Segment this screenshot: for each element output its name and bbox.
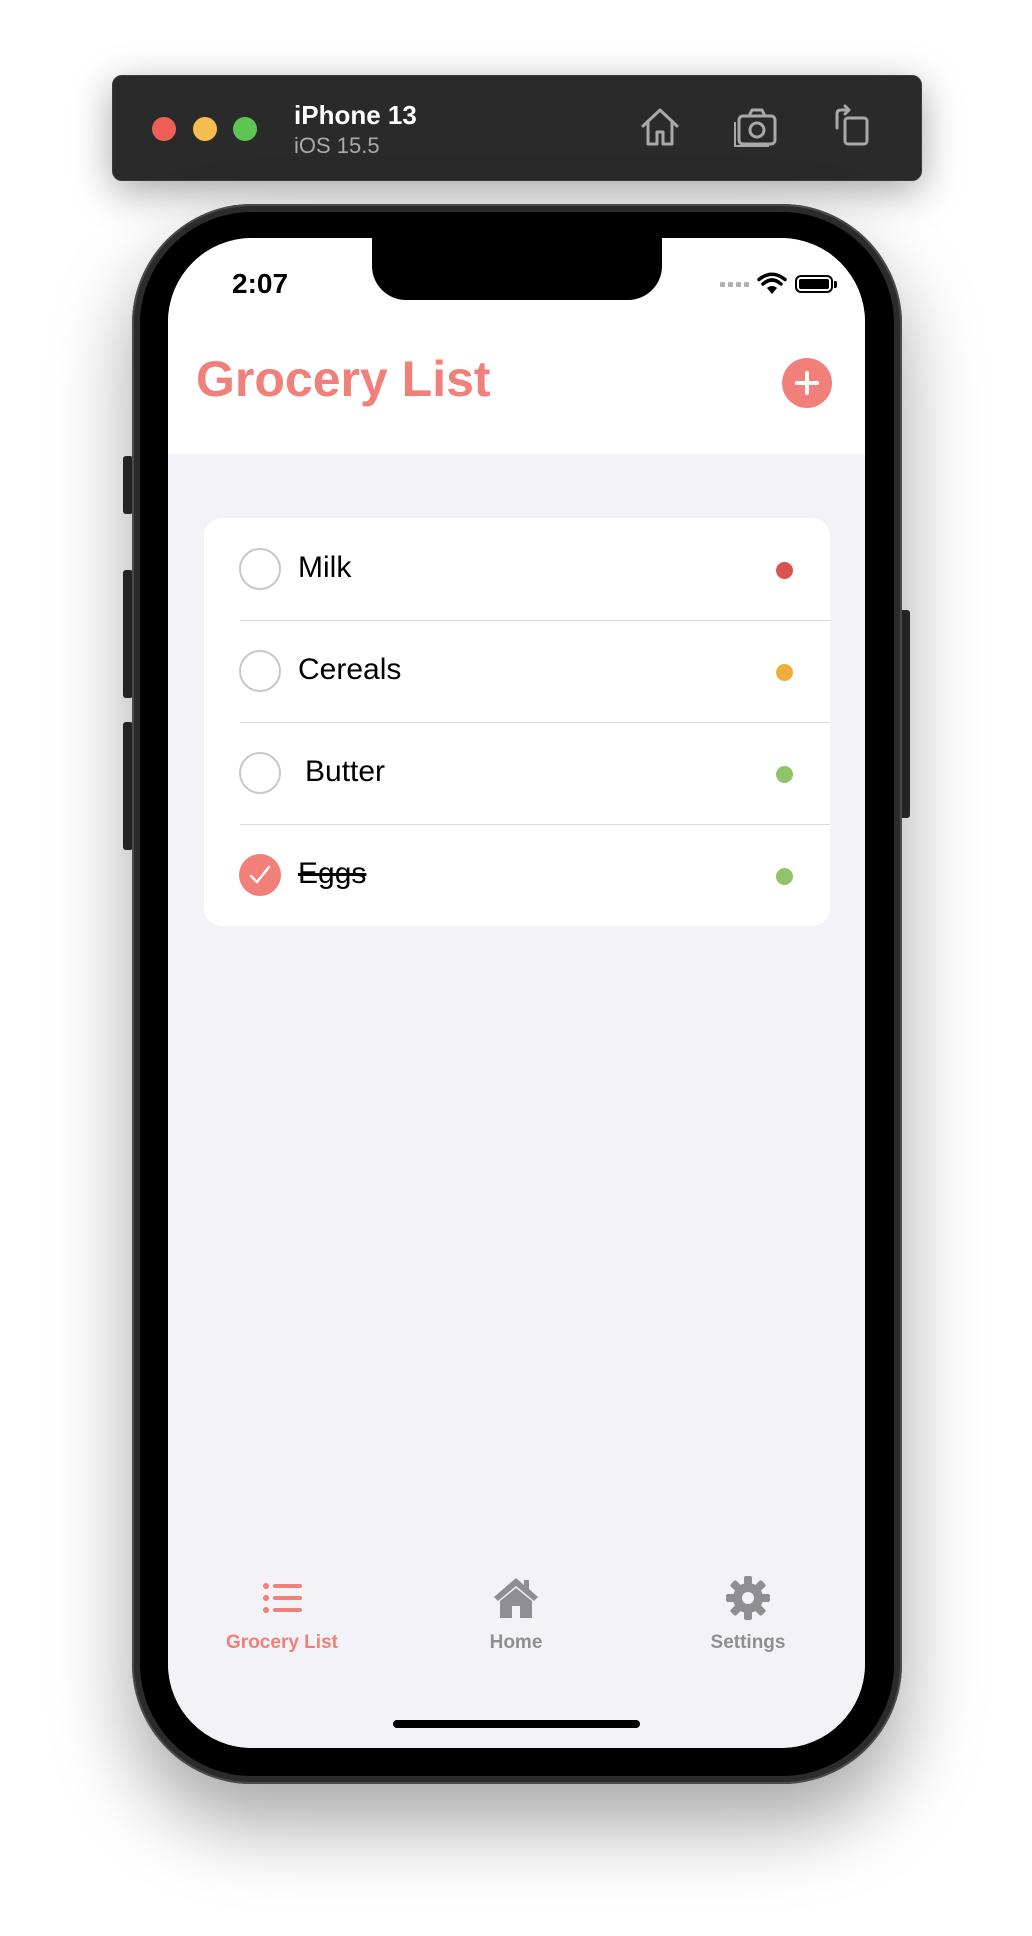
list-item[interactable]: Butter: [204, 722, 830, 824]
priority-dot: [776, 562, 793, 579]
priority-dot: [776, 664, 793, 681]
home-indicator: [393, 1720, 640, 1728]
checkbox-circle-icon[interactable]: [239, 650, 281, 692]
page-title: Grocery List: [196, 351, 491, 407]
phone-screen: 2:07 Grocery List Milk Cereals Butter Eg…: [168, 238, 865, 1748]
tab-label: Grocery List: [226, 1632, 338, 1653]
list-item[interactable]: Eggs: [204, 824, 830, 926]
wifi-icon: [757, 272, 787, 296]
tab-home[interactable]: Home: [426, 1574, 606, 1654]
add-item-button[interactable]: [782, 358, 832, 408]
status-time: 2:07: [232, 268, 289, 299]
minimize-window-button[interactable]: [193, 117, 217, 141]
tab-bar: Grocery List Home Settings: [168, 1518, 865, 1748]
house-icon: [494, 1578, 538, 1618]
battery-icon: [795, 275, 837, 293]
rotate-icon[interactable]: [827, 102, 877, 152]
checkmark-circle-icon[interactable]: [239, 854, 281, 896]
device-name: iPhone 13: [294, 100, 417, 130]
screenshot-icon[interactable]: [733, 102, 783, 152]
tab-settings[interactable]: Settings: [658, 1574, 838, 1654]
priority-dot: [776, 766, 793, 783]
grocery-list: Milk Cereals Butter Eggs: [204, 518, 830, 926]
close-window-button[interactable]: [152, 117, 176, 141]
status-icons: [720, 272, 837, 296]
tab-label: Home: [489, 1632, 543, 1653]
cellular-icon: [720, 281, 749, 287]
os-version: iOS 15.5: [294, 133, 380, 158]
gear-icon: [726, 1576, 770, 1620]
item-label: Cereals: [298, 653, 402, 686]
item-label: Butter: [305, 755, 386, 788]
item-label: Eggs: [298, 857, 367, 890]
simulator-toolbar: iPhone 13 iOS 15.5: [112, 75, 922, 181]
list-item[interactable]: Milk: [204, 518, 830, 620]
tab-label: Settings: [710, 1632, 786, 1653]
item-label: Milk: [298, 551, 352, 584]
list-item[interactable]: Cereals: [204, 620, 830, 722]
notch: [372, 238, 662, 300]
list-icon: [263, 1583, 302, 1613]
home-icon[interactable]: [635, 102, 685, 152]
checkbox-circle-icon[interactable]: [239, 752, 281, 794]
checkbox-circle-icon[interactable]: [239, 548, 281, 590]
priority-dot: [776, 868, 793, 885]
tab-grocery-list[interactable]: Grocery List: [192, 1574, 372, 1654]
zoom-window-button[interactable]: [233, 117, 257, 141]
